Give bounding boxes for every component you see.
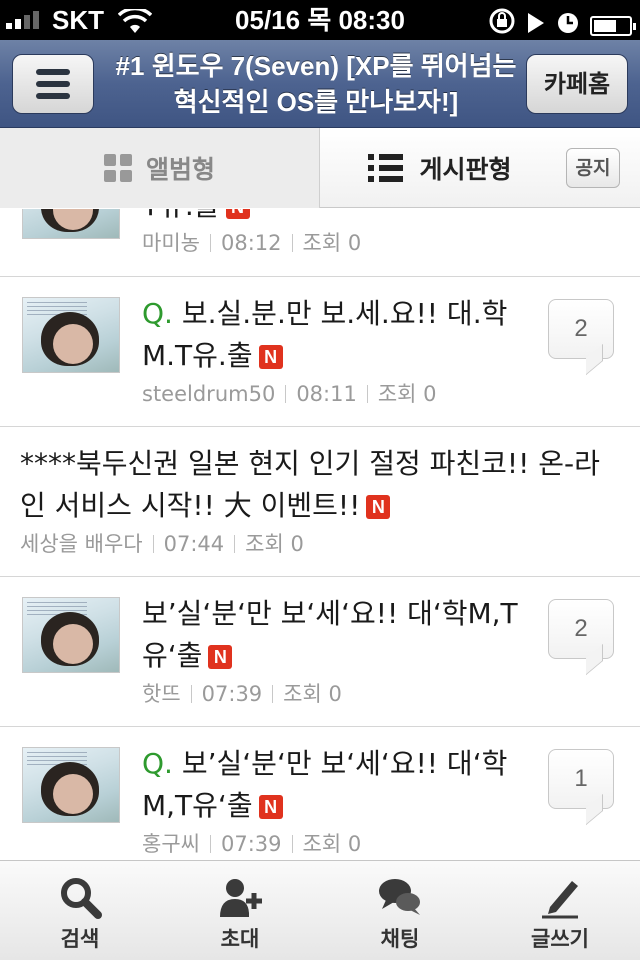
question-prefix: Q. [142,747,173,780]
battery-icon [590,16,636,36]
post-time: 08:12 [220,231,282,255]
tab-board-view[interactable]: 게시판형 [320,128,560,208]
list-item[interactable]: 보’실‘분‘만 보‘세‘요!! 대‘학M,T유‘출 N 핫뜨 07:39 조회 0 2 [0,577,640,727]
tab-invite-label: 초대 [220,927,260,951]
post-author: 홍구씨 [142,832,200,856]
cafe-board-title: #1 윈도우 7(Seven) [XP를 뛰어넘는 혁신적인 OS를 만나보자!… [115,51,517,117]
tab-write-label: 글쓰기 [531,927,589,951]
list-item[interactable]: Q. 보.실.분.만 보.세.요!! 대.학M.T유.출 N steeldrum5… [0,277,640,427]
add-user-icon [220,879,262,917]
post-title: ****북두신권 일본 현지 인기 절정 파친코!! 온-라인 서비스 시작!!… [20,447,600,522]
comment-count-bubble[interactable]: 2 [548,599,614,659]
new-badge: N [208,645,233,669]
view-mode-tabs: 앨범형 게시판형 공지 [0,128,640,208]
post-meta: 세상을 배우다 07:44 조회 0 [20,529,304,559]
post-meta: 마미농 08:12 조회 0 [142,228,361,258]
question-prefix: Q. [142,297,173,330]
hamburger-icon [36,69,70,75]
post-views: 조회 0 [245,532,304,556]
tab-album-view[interactable]: 앨범형 [0,128,320,208]
comment-count-bubble[interactable]: 1 [548,749,614,809]
search-icon [61,878,102,919]
cafe-home-button[interactable]: 카페홈 [526,54,628,114]
post-list[interactable]: T유.출N 마미농 08:12 조회 0 Q. 보.실.분.만 보.세.요!! 대.… [0,209,640,860]
post-title: Q. 보.실.분.만 보.세.요!! 대.학M.T유.출 N [142,297,508,372]
post-views: 조회 0 [283,682,342,706]
post-title: Q. 보’실‘분‘만 보‘세‘요!! 대‘학M,T유‘출 N [142,747,508,822]
post-time: 07:39 [220,832,282,856]
grid-icon [103,154,132,182]
post-views: 조회 0 [302,832,362,856]
notice-button[interactable]: 공지 [566,148,620,188]
post-time: 07:44 [163,532,225,556]
tab-board-label: 게시판형 [419,155,512,184]
navigation-bar: #1 윈도우 7(Seven) [XP를 뛰어넘는 혁신적인 OS를 만나보자!… [0,40,640,128]
list-item[interactable]: T유.출N 마미농 08:12 조회 0 [0,209,640,277]
new-badge: N [258,795,283,819]
post-thumbnail [22,747,120,823]
post-views: 조회 0 [377,382,437,406]
post-author: 마미농 [142,231,200,255]
post-thumbnail [22,297,120,373]
post-meta: steeldrum50 08:11 조회 0 [142,379,437,409]
post-time: 07:39 [201,682,263,706]
post-title: T유.출N [142,209,522,227]
new-badge: N [366,495,391,519]
status-bar: SKT 05/16 목 08:30 [0,0,640,40]
post-time: 08:11 [296,382,357,406]
menu-button[interactable] [12,54,94,114]
post-author: steeldrum50 [142,382,276,406]
post-author: 핫뜨 [142,682,181,706]
new-badge: N [258,345,283,369]
list-item[interactable]: ****북두신권 일본 현지 인기 절정 파친코!! 온-라인 서비스 시작!!… [0,427,640,577]
tab-search[interactable]: 검색 [0,861,160,960]
pencil-icon [542,881,578,919]
post-author: 세상을 배우다 [20,532,143,556]
comment-count-bubble[interactable]: 2 [548,299,614,359]
tab-chat[interactable]: 채팅 [320,861,480,960]
post-meta: 핫뜨 07:39 조회 0 [142,679,342,709]
tab-album-label: 앨범형 [145,155,215,184]
new-badge: N [225,209,250,219]
list-item[interactable]: Q. 보’실‘분‘만 보‘세‘요!! 대‘학M,T유‘출 N 홍구씨 07:39 조회… [0,727,640,860]
tab-chat-label: 채팅 [380,927,420,951]
tab-search-label: 검색 [60,927,100,951]
chat-bubbles-icon [379,879,420,915]
bottom-tab-bar: 검색 초대 채팅 글쓰기 [0,860,640,960]
tab-write[interactable]: 글쓰기 [480,861,640,960]
post-title: 보’실‘분‘만 보‘세‘요!! 대‘학M,T유‘출 N [142,597,518,672]
post-thumbnail [22,209,120,239]
tab-invite[interactable]: 초대 [160,861,320,960]
post-views: 조회 0 [302,231,362,255]
list-icon [368,154,404,182]
post-meta: 홍구씨 07:39 조회 0 [142,829,361,859]
post-thumbnail [22,597,120,673]
